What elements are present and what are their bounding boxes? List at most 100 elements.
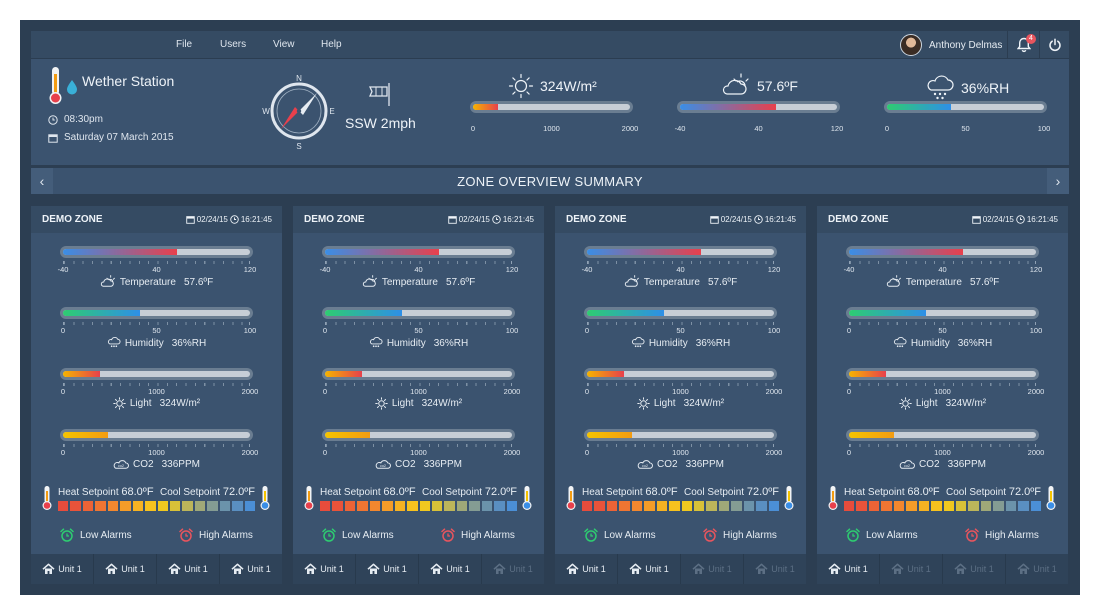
setpoint-swatch[interactable] (731, 501, 742, 511)
setpoint-swatch[interactable] (407, 501, 418, 511)
low-alarms-button[interactable]: Low Alarms (846, 528, 918, 542)
setpoint-swatch[interactable] (207, 501, 218, 511)
sensor-bar-light (846, 368, 1039, 380)
menu-file[interactable]: File (176, 39, 192, 50)
setpoint-swatch[interactable] (357, 501, 368, 511)
zone-time: 16:21:45 (502, 215, 534, 224)
setpoint-swatch[interactable] (419, 501, 430, 511)
menu-view[interactable]: View (273, 39, 295, 50)
setpoint-swatch[interactable] (145, 501, 156, 511)
unit-button-2[interactable]: Unit 1 (618, 554, 681, 584)
setpoint-swatch[interactable] (369, 501, 381, 511)
low-alarms-button[interactable]: Low Alarms (584, 528, 656, 542)
unit-button-3[interactable]: Unit 1 (157, 554, 220, 584)
unit-button-4[interactable]: Unit 1 (1006, 554, 1068, 584)
setpoint-swatch[interactable] (619, 501, 630, 511)
setpoint-swatch[interactable] (644, 501, 655, 511)
setpoint-swatch[interactable] (993, 501, 1004, 511)
setpoint-swatch[interactable] (1005, 501, 1017, 511)
setpoint-swatch[interactable] (332, 501, 343, 511)
user-profile[interactable]: Anthony Delmas (900, 34, 1002, 56)
unit-button-1[interactable]: Unit 1 (817, 554, 880, 584)
setpoint-swatch[interactable] (906, 501, 917, 511)
setpoint-swatch[interactable] (856, 501, 867, 511)
setpoint-swatch[interactable] (594, 501, 605, 511)
stat-bar (884, 101, 1047, 113)
setpoint-swatch[interactable] (219, 501, 231, 511)
setpoint-swatch[interactable] (756, 501, 767, 511)
menu-help[interactable]: Help (321, 39, 342, 50)
setpoint-swatch[interactable] (968, 501, 979, 511)
setpoint-swatch[interactable] (394, 501, 406, 511)
setpoint-swatch[interactable] (107, 501, 119, 511)
setpoint-swatch[interactable] (918, 501, 930, 511)
setpoint-swatch[interactable] (194, 501, 206, 511)
setpoint-swatch[interactable] (344, 501, 356, 511)
high-alarms-button[interactable]: High Alarms (179, 528, 253, 542)
setpoint-swatch[interactable] (382, 501, 393, 511)
setpoint-swatch[interactable] (320, 501, 331, 511)
low-alarms-button[interactable]: Low Alarms (60, 528, 132, 542)
unit-button-1[interactable]: Unit 1 (31, 554, 94, 584)
setpoint-swatch[interactable] (718, 501, 730, 511)
power-button[interactable] (1048, 38, 1062, 52)
setpoint-swatch[interactable] (656, 501, 668, 511)
setpoint-swatch[interactable] (669, 501, 680, 511)
unit-button-3[interactable]: Unit 1 (419, 554, 482, 584)
setpoint-swatch[interactable] (955, 501, 967, 511)
setpoint-swatch[interactable] (868, 501, 880, 511)
unit-button-1[interactable]: Unit 1 (293, 554, 356, 584)
setpoint-swatch[interactable] (681, 501, 692, 511)
menu-users[interactable]: Users (220, 39, 246, 50)
setpoint-swatch[interactable] (693, 501, 705, 511)
unit-button-2[interactable]: Unit 1 (356, 554, 419, 584)
setpoint-swatch[interactable] (743, 501, 755, 511)
setpoint-swatch[interactable] (456, 501, 468, 511)
setpoint-swatch[interactable] (844, 501, 855, 511)
setpoint-swatch[interactable] (70, 501, 81, 511)
setpoint-swatch[interactable] (943, 501, 954, 511)
setpoint-swatch[interactable] (232, 501, 243, 511)
setpoint-swatch[interactable] (82, 501, 94, 511)
unit-button-1[interactable]: Unit 1 (555, 554, 618, 584)
unit-button-2[interactable]: Unit 1 (880, 554, 943, 584)
low-alarms-button[interactable]: Low Alarms (322, 528, 394, 542)
setpoint-swatch[interactable] (1018, 501, 1029, 511)
setpoint-swatch[interactable] (244, 501, 255, 511)
unit-button-4[interactable]: Unit 1 (744, 554, 806, 584)
setpoint-swatch[interactable] (768, 501, 779, 511)
setpoint-swatch[interactable] (931, 501, 942, 511)
setpoint-swatch[interactable] (481, 501, 493, 511)
setpoint-swatch[interactable] (469, 501, 480, 511)
next-button[interactable]: › (1047, 168, 1069, 194)
unit-button-3[interactable]: Unit 1 (943, 554, 1006, 584)
unit-button-3[interactable]: Unit 1 (681, 554, 744, 584)
setpoint-swatch[interactable] (58, 501, 69, 511)
setpoint-swatch[interactable] (95, 501, 106, 511)
setpoint-swatch[interactable] (631, 501, 643, 511)
notification-button[interactable]: 4 (1016, 34, 1036, 53)
setpoint-swatch[interactable] (444, 501, 455, 511)
sensor-name: Temperature (119, 276, 176, 288)
high-alarms-button[interactable]: High Alarms (703, 528, 777, 542)
setpoint-swatch[interactable] (606, 501, 618, 511)
setpoint-swatch[interactable] (706, 501, 717, 511)
unit-button-2[interactable]: Unit 1 (94, 554, 157, 584)
setpoint-swatch[interactable] (1030, 501, 1041, 511)
setpoint-swatch[interactable] (494, 501, 505, 511)
setpoint-swatch[interactable] (980, 501, 992, 511)
setpoint-swatch[interactable] (120, 501, 131, 511)
unit-button-4[interactable]: Unit 1 (482, 554, 544, 584)
setpoint-swatch[interactable] (506, 501, 517, 511)
unit-button-4[interactable]: Unit 1 (220, 554, 282, 584)
setpoint-swatch[interactable] (157, 501, 168, 511)
setpoint-swatch[interactable] (132, 501, 144, 511)
setpoint-swatch[interactable] (582, 501, 593, 511)
setpoint-swatch[interactable] (182, 501, 193, 511)
high-alarms-button[interactable]: High Alarms (441, 528, 515, 542)
high-alarms-button[interactable]: High Alarms (965, 528, 1039, 542)
setpoint-swatch[interactable] (881, 501, 892, 511)
setpoint-swatch[interactable] (893, 501, 905, 511)
setpoint-swatch[interactable] (169, 501, 181, 511)
setpoint-swatch[interactable] (431, 501, 443, 511)
